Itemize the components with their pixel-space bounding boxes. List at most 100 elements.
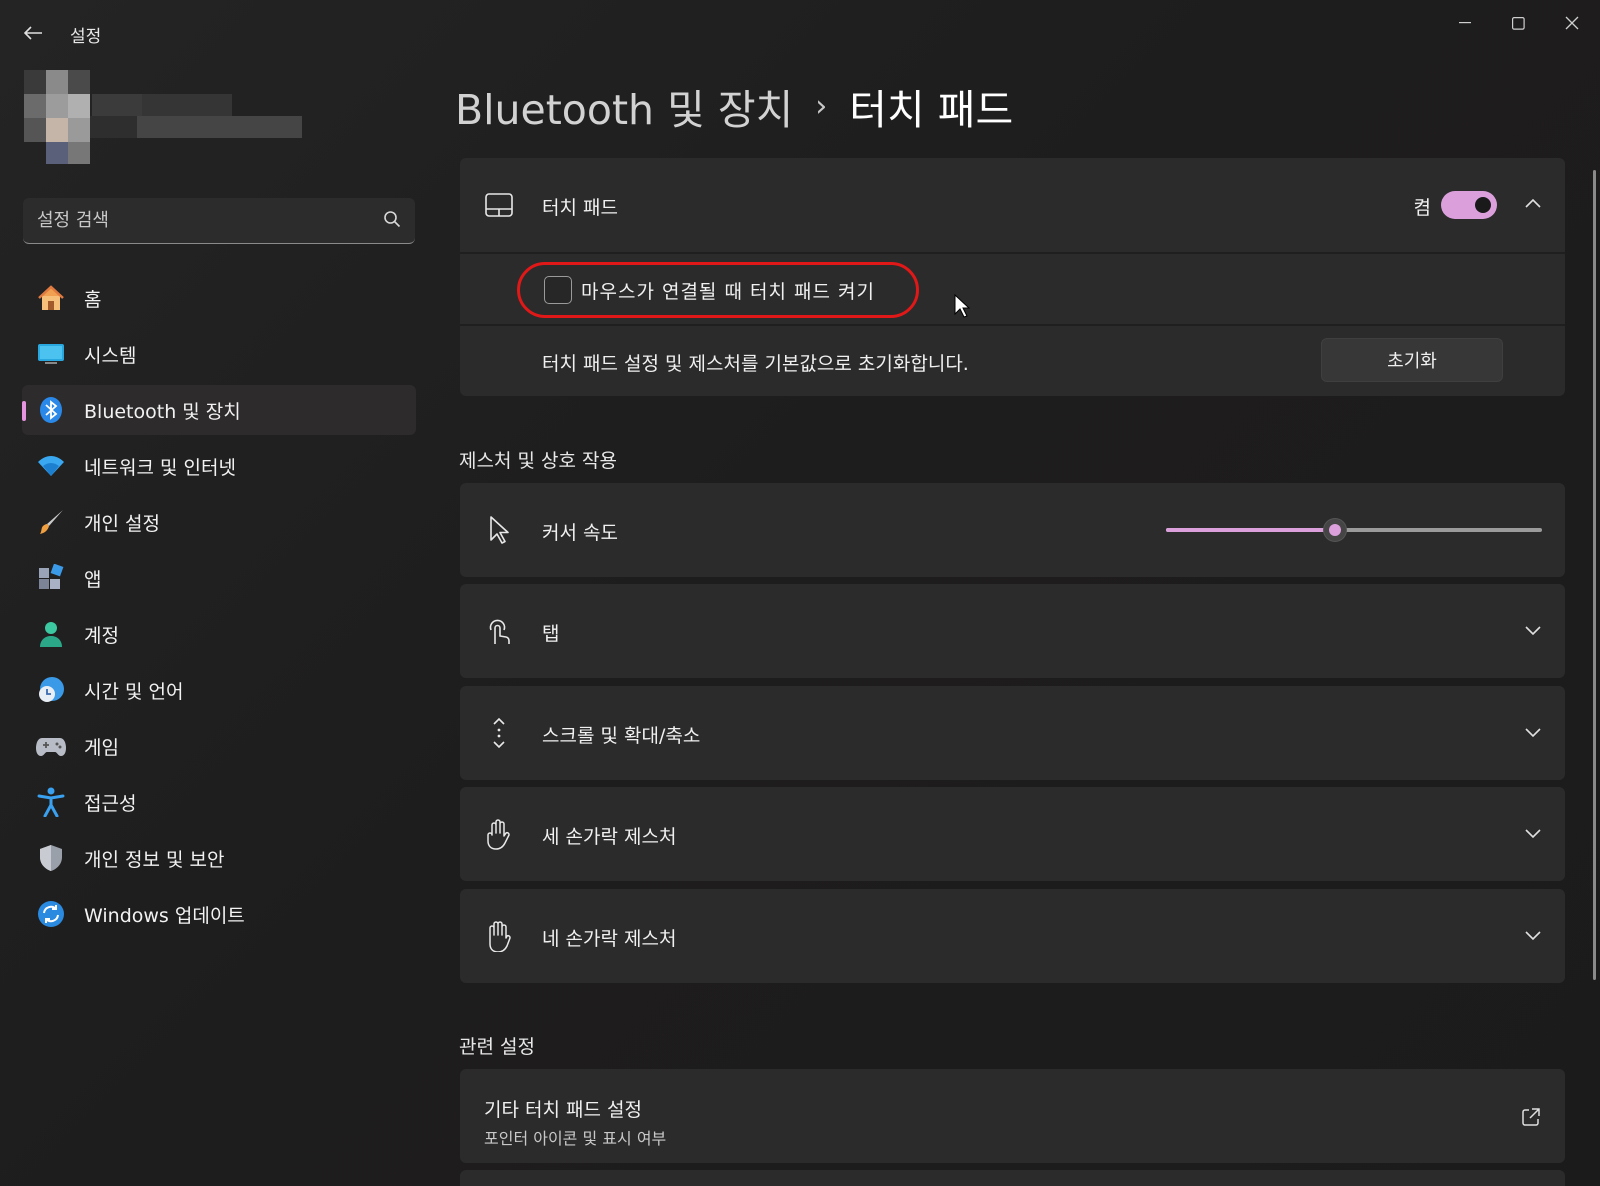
accessibility-icon	[36, 787, 66, 817]
title-bar: 설정	[0, 0, 1600, 62]
sidebar-item-system[interactable]: 시스템	[22, 329, 416, 379]
chevron-down-icon[interactable]	[1525, 728, 1541, 738]
sidebar-item-label: 접근성	[84, 792, 137, 815]
settings-search[interactable]	[23, 198, 415, 244]
reset-description: 터치 패드 설정 및 제스처를 기본값으로 초기화합니다.	[542, 353, 969, 375]
sidebar-item-accounts[interactable]: 계정	[22, 609, 416, 659]
chevron-down-icon[interactable]	[1525, 931, 1541, 941]
sidebar-item-network[interactable]: 네트워크 및 인터넷	[22, 441, 416, 491]
reset-row: 터치 패드 설정 및 제스처를 기본값으로 초기화합니다. 초기화	[460, 326, 1565, 396]
sidebar-item-label: 게임	[84, 736, 119, 759]
mouse-pointer-icon	[954, 294, 970, 318]
tap-label: 탭	[542, 623, 560, 645]
breadcrumb-separator: ›	[815, 88, 828, 124]
tap-icon	[484, 616, 514, 646]
search-icon[interactable]	[383, 210, 401, 228]
cursor-speed-label: 커서 속도	[542, 522, 618, 544]
sidebar-item-label: 시간 및 언어	[84, 680, 184, 703]
sidebar-item-home[interactable]: 홈	[22, 273, 416, 323]
minimize-icon	[1459, 22, 1471, 24]
account-icon	[36, 619, 66, 649]
avatar	[24, 70, 302, 164]
sidebar-item-label: Bluetooth 및 장치	[84, 400, 241, 423]
close-button[interactable]	[1547, 8, 1597, 38]
settings-window: 설정 설정 검색 홈 시스템 Bluetooth 및 장치 네트워크 및 인터넷…	[0, 0, 1600, 1186]
clock-globe-icon	[36, 675, 66, 705]
scroll-zoom-card[interactable]: 스크롤 및 확대/축소	[460, 686, 1565, 780]
reset-button[interactable]: 초기화	[1321, 338, 1503, 382]
sidebar-item-label: 앱	[84, 568, 102, 591]
scroll-icon	[484, 717, 514, 749]
system-display-icon	[36, 339, 66, 369]
sidebar-item-windows-update[interactable]: Windows 업데이트	[22, 889, 416, 939]
brush-icon	[36, 507, 66, 537]
four-finger-label: 네 손가락 제스처	[542, 928, 677, 950]
slider-thumb[interactable]	[1323, 518, 1347, 542]
toggle-knob	[1475, 197, 1491, 213]
maximize-button[interactable]	[1493, 8, 1543, 38]
scroll-zoom-label: 스크롤 및 확대/축소	[542, 725, 701, 747]
touchpad-header-row[interactable]: 터치 패드 켬	[460, 158, 1565, 252]
next-related-card[interactable]	[460, 1170, 1565, 1186]
minimize-button[interactable]	[1440, 8, 1490, 38]
app-title: 설정	[70, 27, 102, 47]
toggle-state-label: 켬	[1413, 197, 1431, 219]
more-touchpad-subtitle: 포인터 아이콘 및 표시 여부	[484, 1129, 667, 1148]
back-button[interactable]	[20, 20, 46, 46]
sidebar-item-bluetooth[interactable]: Bluetooth 및 장치	[22, 385, 416, 435]
four-finger-card[interactable]: 네 손가락 제스처	[460, 889, 1565, 983]
maximize-icon	[1511, 16, 1525, 30]
mouse-connected-label[interactable]: 마우스가 연결될 때 터치 패드 켜기	[581, 277, 875, 304]
sidebar-item-accessibility[interactable]: 접근성	[22, 777, 416, 827]
three-finger-card[interactable]: 세 손가락 제스처	[460, 787, 1565, 881]
three-finger-icon	[484, 819, 514, 850]
three-finger-label: 세 손가락 제스처	[542, 826, 677, 848]
sidebar-item-apps[interactable]: 앱	[22, 553, 416, 603]
shield-icon	[36, 843, 66, 873]
sidebar-item-label: 개인 설정	[84, 512, 160, 535]
gestures-section-title: 제스처 및 상호 작용	[459, 450, 617, 472]
apps-icon	[36, 563, 66, 593]
sidebar-item-personalization[interactable]: 개인 설정	[22, 497, 416, 547]
touchpad-icon	[484, 190, 514, 220]
back-arrow-icon	[23, 26, 42, 40]
user-profile[interactable]	[22, 70, 312, 164]
sidebar-nav: 홈 시스템 Bluetooth 및 장치 네트워크 및 인터넷 개인 설정 앱 …	[22, 273, 416, 945]
page-title: 터치 패드	[849, 86, 1014, 134]
gamepad-icon	[36, 731, 66, 761]
four-finger-icon	[484, 921, 514, 952]
breadcrumb: Bluetooth 및 장치 › 터치 패드	[455, 76, 1013, 136]
cursor-arrow-icon	[484, 515, 514, 545]
chevron-down-icon[interactable]	[1525, 626, 1541, 636]
tap-card[interactable]: 탭	[460, 584, 1565, 678]
more-touchpad-settings-card[interactable]: 기타 터치 패드 설정 포인터 아이콘 및 표시 여부	[460, 1069, 1565, 1163]
touchpad-card: 터치 패드 켬 마우스가 연결될 때 터치 패드 켜기 터치 패드 설정 및 제…	[460, 158, 1565, 396]
related-section-title: 관련 설정	[459, 1036, 535, 1058]
search-input[interactable]	[37, 198, 367, 242]
scrollbar[interactable]	[1593, 170, 1596, 980]
chevron-down-icon[interactable]	[1525, 829, 1541, 839]
sidebar-item-label: 개인 정보 및 보안	[84, 848, 225, 871]
home-icon	[36, 283, 66, 313]
update-icon	[36, 899, 66, 929]
breadcrumb-parent[interactable]: Bluetooth 및 장치	[455, 76, 793, 136]
sidebar-item-label: 네트워크 및 인터넷	[84, 456, 236, 479]
cursor-speed-card: 커서 속도	[460, 483, 1565, 577]
cursor-speed-slider[interactable]	[1166, 518, 1542, 542]
sidebar-item-label: 시스템	[84, 344, 137, 367]
sidebar-item-label: 홈	[84, 288, 102, 311]
chevron-up-icon[interactable]	[1525, 198, 1541, 208]
wifi-icon	[36, 451, 66, 481]
more-touchpad-title: 기타 터치 패드 설정	[484, 1099, 642, 1121]
external-link-icon[interactable]	[1521, 1107, 1541, 1127]
sidebar-item-gaming[interactable]: 게임	[22, 721, 416, 771]
sidebar-item-time-language[interactable]: 시간 및 언어	[22, 665, 416, 715]
sidebar-item-privacy[interactable]: 개인 정보 및 보안	[22, 833, 416, 883]
sidebar-item-label: 계정	[84, 624, 119, 647]
mouse-connected-checkbox[interactable]	[544, 276, 572, 304]
touchpad-label: 터치 패드	[542, 197, 618, 219]
mouse-connected-row: 마우스가 연결될 때 터치 패드 켜기	[460, 254, 1565, 324]
sidebar-item-label: Windows 업데이트	[84, 904, 245, 927]
touchpad-toggle[interactable]	[1441, 191, 1497, 219]
slider-fill	[1166, 528, 1335, 532]
